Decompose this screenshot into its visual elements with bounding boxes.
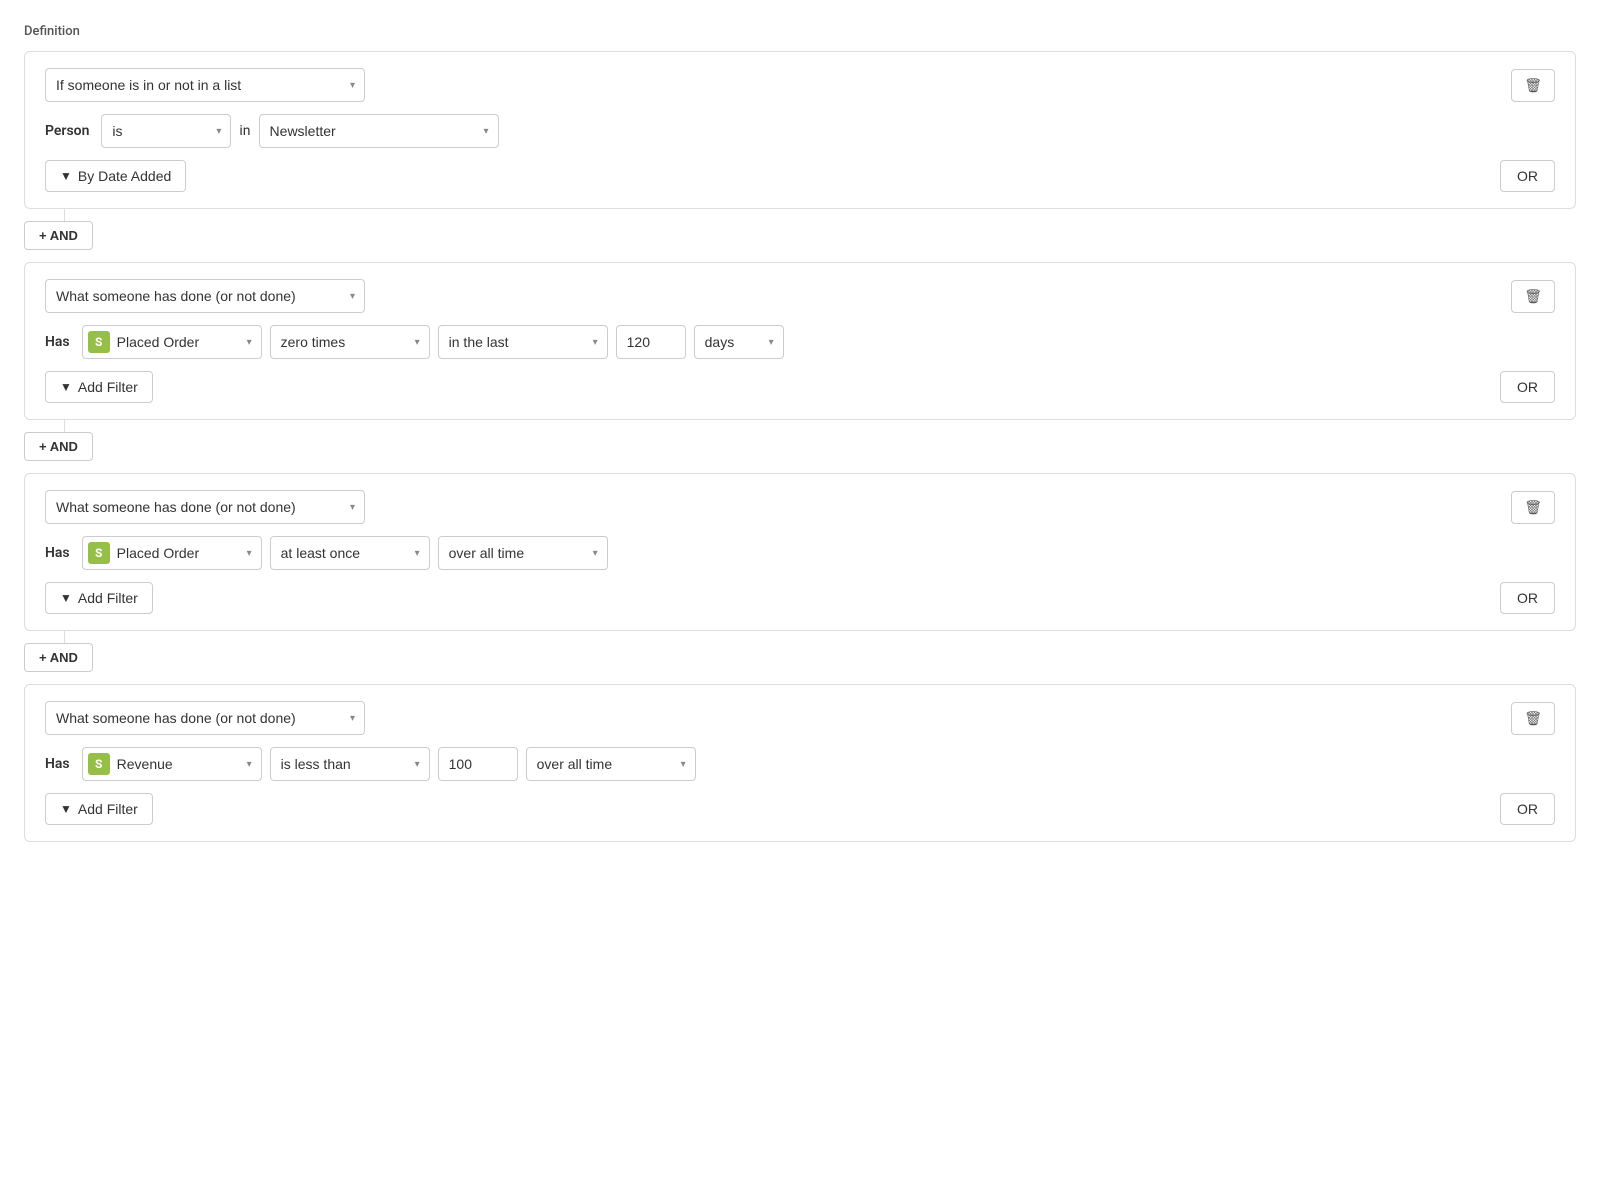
block1-filter-icon: ▼	[60, 169, 72, 183]
block1-or-button[interactable]: OR	[1500, 160, 1555, 192]
block3-has-label: Has	[45, 545, 70, 561]
block1-delete-button[interactable]: 🗑	[1511, 69, 1555, 102]
block3-main-select[interactable]: What someone has done (or not done)	[45, 490, 365, 524]
block4-add-filter-button[interactable]: ▼ Add Filter	[45, 793, 153, 825]
block2-days-select[interactable]: days	[694, 325, 784, 359]
block3-event-select[interactable]: Placed Order	[82, 536, 262, 570]
block3-frequency-select[interactable]: at least once	[270, 536, 430, 570]
block2-number-input[interactable]	[616, 325, 686, 359]
condition-block-1: If someone is in or not in a list ▾ 🗑 Pe…	[24, 51, 1576, 209]
block2-main-select[interactable]: What someone has done (or not done)	[45, 279, 365, 313]
and-button-1[interactable]: + AND	[24, 221, 93, 250]
block4-timeframe-select[interactable]: over all time	[526, 747, 696, 781]
block4-filter-icon: ▼	[60, 802, 72, 816]
block1-person-label: Person	[45, 123, 89, 139]
block1-main-select[interactable]: If someone is in or not in a list	[45, 68, 365, 102]
condition-block-4: What someone has done (or not done) ▾ 🗑 …	[24, 684, 1576, 842]
block2-filter-icon: ▼	[60, 380, 72, 394]
block1-filter-button[interactable]: ▼ By Date Added	[45, 160, 186, 192]
definition-label: Definition	[24, 24, 1576, 39]
block2-event-select[interactable]: Placed Order	[82, 325, 262, 359]
block1-newsletter-select[interactable]: Newsletter	[259, 114, 499, 148]
and-button-2[interactable]: + AND	[24, 432, 93, 461]
block3-timeframe-select[interactable]: over all time	[438, 536, 608, 570]
block2-frequency-select[interactable]: zero times	[270, 325, 430, 359]
block4-delete-button[interactable]: 🗑	[1511, 702, 1555, 735]
block2-delete-button[interactable]: 🗑	[1511, 280, 1555, 313]
block2-has-label: Has	[45, 334, 70, 350]
block4-has-label: Has	[45, 756, 70, 772]
block2-or-button[interactable]: OR	[1500, 371, 1555, 403]
block4-condition-select[interactable]: is less than	[270, 747, 430, 781]
block1-in-label: in	[239, 123, 250, 139]
block2-add-filter-button[interactable]: ▼ Add Filter	[45, 371, 153, 403]
block3-or-button[interactable]: OR	[1500, 582, 1555, 614]
block3-filter-icon: ▼	[60, 591, 72, 605]
block4-or-button[interactable]: OR	[1500, 793, 1555, 825]
block3-delete-button[interactable]: 🗑	[1511, 491, 1555, 524]
and-connector-2: + AND	[24, 432, 1576, 461]
block2-timeframe-select[interactable]: in the last	[438, 325, 608, 359]
condition-block-3: What someone has done (or not done) ▾ 🗑 …	[24, 473, 1576, 631]
and-button-3[interactable]: + AND	[24, 643, 93, 672]
block4-event-select[interactable]: Revenue	[82, 747, 262, 781]
block3-add-filter-button[interactable]: ▼ Add Filter	[45, 582, 153, 614]
block4-number-input[interactable]	[438, 747, 518, 781]
block1-person-is-select[interactable]: is	[101, 114, 231, 148]
condition-block-2: What someone has done (or not done) ▾ 🗑 …	[24, 262, 1576, 420]
and-connector-1: + AND	[24, 221, 1576, 250]
block4-main-select[interactable]: What someone has done (or not done)	[45, 701, 365, 735]
and-connector-3: + AND	[24, 643, 1576, 672]
